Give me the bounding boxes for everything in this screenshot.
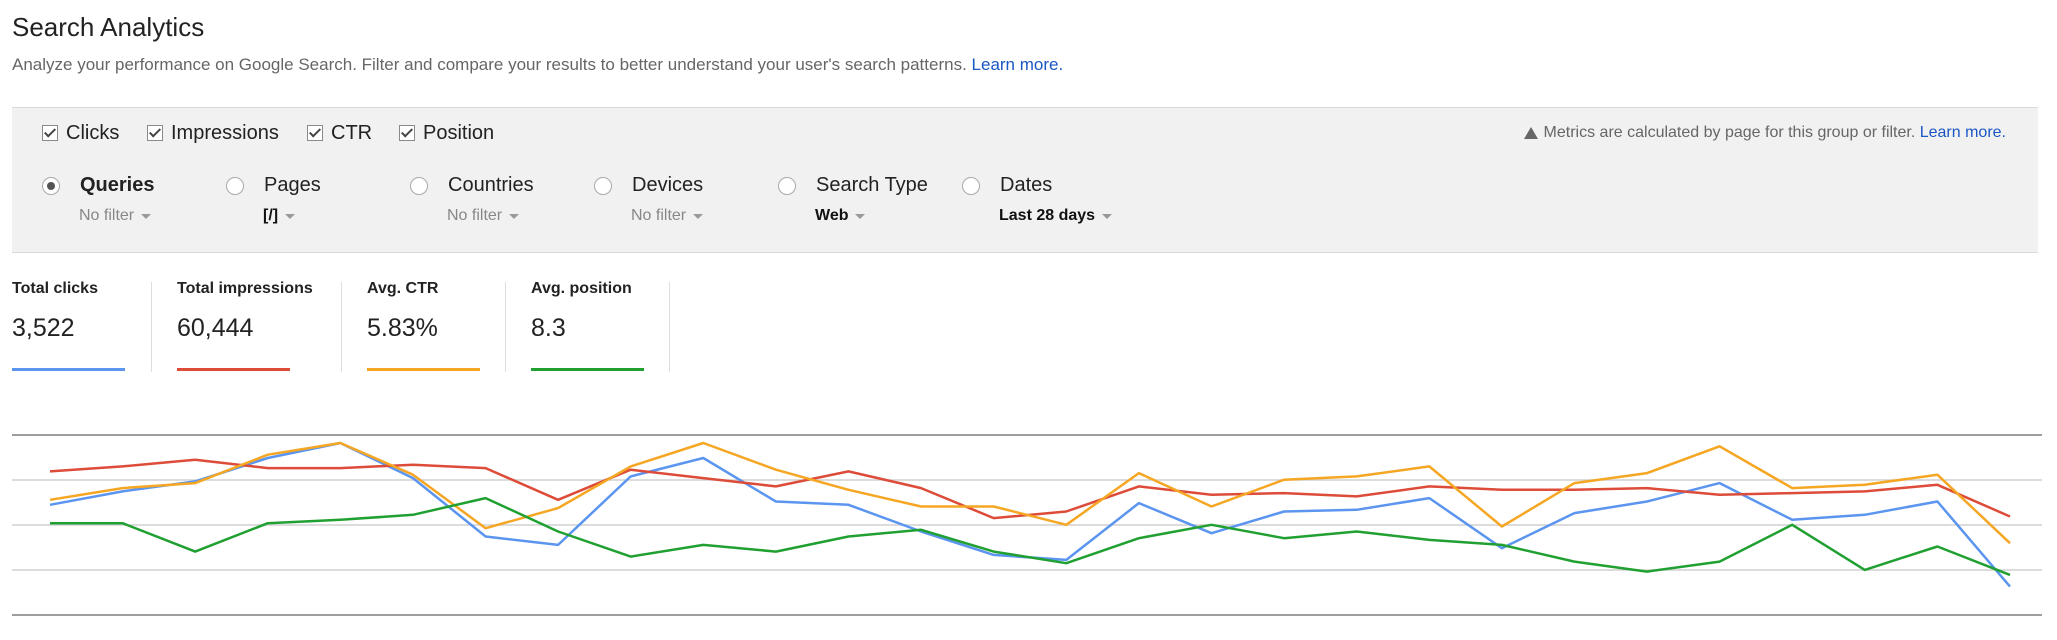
caret-down-icon (855, 213, 866, 219)
divider (669, 282, 670, 372)
series-line-position (50, 496, 2011, 577)
metrics-bar: Clicks Impressions CTR Position Metrics … (12, 107, 2038, 159)
clicks-checkbox[interactable]: Clicks (42, 122, 119, 144)
devices-filter-value: No filter (631, 207, 687, 224)
countries-filter-dropdown[interactable]: No filter (447, 207, 534, 225)
pages-label: Pages (264, 174, 321, 196)
dates-radio[interactable]: Dates (962, 174, 1112, 197)
group-by-bar: Queries No filter Pages [/] Countries No… (12, 158, 2038, 253)
group-countries: Countries No filter (410, 174, 534, 225)
dates-filter-dropdown[interactable]: Last 28 days (999, 207, 1113, 225)
page-title: Search Analytics (12, 12, 205, 42)
impressions-checkbox[interactable]: Impressions (147, 122, 279, 144)
queries-filter-value: No filter (79, 207, 135, 224)
avg-position-value: 8.3 (531, 314, 566, 342)
countries-label: Countries (448, 174, 534, 196)
warning-icon (1523, 127, 1538, 139)
total-clicks-label: Total clicks (12, 280, 98, 297)
series-line-impressions (49, 458, 2011, 520)
radio-icon (778, 176, 796, 195)
radio-icon (962, 176, 980, 195)
caret-down-icon (693, 213, 704, 219)
caret-down-icon (141, 213, 152, 219)
caret-down-icon (1102, 213, 1113, 219)
group-search-type: Search Type Web (778, 174, 928, 225)
radio-icon (410, 176, 428, 195)
countries-radio[interactable]: Countries (410, 174, 534, 197)
avg-position-label: Avg. position (531, 280, 632, 297)
total-impressions-value: 60,444 (177, 314, 254, 342)
metrics-notice: Metrics are calculated by page for this … (1523, 124, 2006, 142)
total-clicks-value: 3,522 (12, 314, 75, 342)
caret-down-icon (285, 213, 296, 219)
group-queries: Queries No filter (42, 174, 154, 225)
divider (341, 282, 342, 372)
devices-label: Devices (632, 174, 704, 196)
radio-icon (594, 176, 612, 195)
devices-radio[interactable]: Devices (594, 174, 703, 197)
notice-text: Metrics are calculated by page for this … (1543, 124, 1916, 141)
queries-label: Queries (80, 174, 155, 196)
total-clicks[interactable]: Total clicks 3,522 (12, 280, 152, 375)
pages-radio[interactable]: Pages (226, 174, 321, 197)
devices-filter-dropdown[interactable]: No filter (631, 207, 704, 225)
pages-filter-dropdown[interactable]: [/] (263, 207, 321, 225)
group-devices: Devices No filter (594, 174, 703, 225)
divider (151, 282, 152, 372)
avg-ctr-label: Avg. CTR (367, 280, 439, 297)
avg-position[interactable]: Avg. position 8.3 (531, 280, 671, 375)
group-pages: Pages [/] (226, 174, 321, 225)
dates-filter-value: Last 28 days (999, 207, 1096, 224)
total-clicks-underline (12, 368, 125, 371)
divider (505, 282, 506, 372)
learn-more-link[interactable]: Learn more. (972, 55, 1064, 74)
subtitle-text: Analyze your performance on Google Searc… (12, 55, 967, 74)
pages-filter-value: [/] (263, 207, 279, 224)
search-type-filter-dropdown[interactable]: Web (815, 207, 928, 225)
check-icon (399, 125, 415, 141)
radio-selected-icon (42, 176, 60, 195)
total-impressions[interactable]: Total impressions 60,444 (177, 280, 337, 375)
page-subtitle: Analyze your performance on Google Searc… (12, 55, 1063, 75)
total-impressions-label: Total impressions (177, 280, 313, 297)
check-icon (147, 125, 163, 141)
notice-learn-more-link[interactable]: Learn more. (1920, 124, 2006, 142)
total-impressions-underline (177, 368, 290, 371)
impressions-label: Impressions (171, 121, 279, 144)
position-label: Position (423, 121, 495, 144)
search-analytics-page: Search Analytics Analyze your performanc… (0, 0, 2057, 640)
avg-ctr-value: 5.83% (367, 314, 438, 342)
avg-ctr[interactable]: Avg. CTR 5.83% (367, 280, 507, 375)
avg-ctr-underline (367, 368, 480, 371)
group-dates: Dates Last 28 days (962, 174, 1113, 225)
queries-radio[interactable]: Queries (42, 174, 154, 197)
clicks-label: Clicks (66, 121, 120, 144)
caret-down-icon (509, 213, 520, 219)
radio-icon (226, 176, 244, 195)
ctr-label: CTR (331, 121, 373, 144)
position-checkbox[interactable]: Position (399, 122, 494, 144)
search-type-radio[interactable]: Search Type (778, 174, 928, 197)
queries-filter-dropdown[interactable]: No filter (79, 207, 154, 225)
check-icon (307, 125, 323, 141)
series-line-ctr (49, 441, 2011, 545)
search-type-label: Search Type (816, 174, 928, 196)
ctr-checkbox[interactable]: CTR (307, 122, 372, 144)
search-type-filter-value: Web (815, 207, 849, 224)
check-icon (42, 125, 58, 141)
dates-label: Dates (1000, 174, 1053, 196)
countries-filter-value: No filter (447, 207, 503, 224)
performance-line-chart[interactable] (12, 425, 2042, 625)
avg-position-underline (531, 368, 644, 371)
